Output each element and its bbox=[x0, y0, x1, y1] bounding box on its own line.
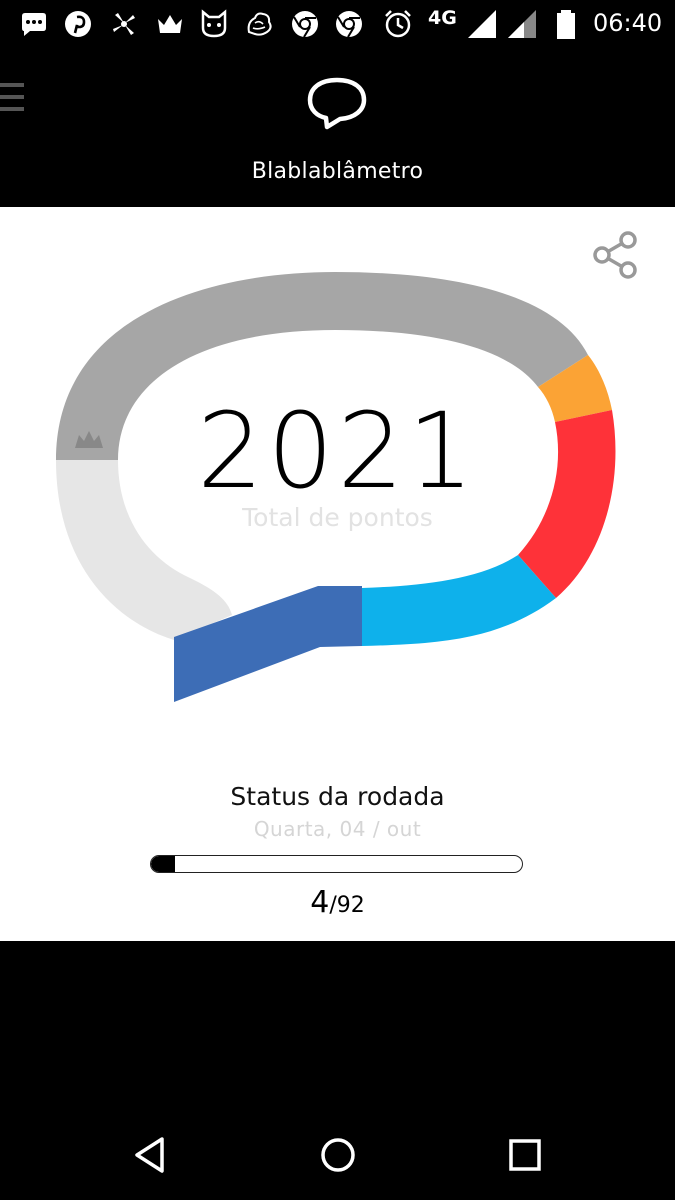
pinterest-icon bbox=[65, 11, 91, 37]
network-type: 4G bbox=[428, 7, 457, 29]
total-points-value: 2021 bbox=[197, 390, 478, 512]
signal-icon bbox=[468, 10, 496, 38]
chrome-icon bbox=[292, 11, 318, 38]
round-progress-current: 4 bbox=[310, 885, 330, 920]
app-title: Blablablâmetro bbox=[251, 159, 424, 184]
windmill-icon bbox=[113, 13, 135, 35]
round-status-date: Quarta, 04 / out bbox=[253, 817, 422, 841]
chrome-icon bbox=[336, 11, 362, 38]
recents-icon[interactable] bbox=[503, 1133, 547, 1177]
home-icon[interactable] bbox=[316, 1133, 360, 1177]
dragon-icon bbox=[247, 12, 272, 36]
round-status-title: Status da rodada bbox=[230, 782, 445, 811]
menu-icon[interactable] bbox=[0, 80, 26, 114]
crown-icon bbox=[158, 15, 182, 33]
round-progress-count: 4/92 bbox=[0, 885, 675, 920]
round-progress-fill bbox=[151, 856, 175, 872]
battery-icon bbox=[557, 10, 575, 39]
status-bar: 4G 06:40 bbox=[0, 0, 675, 48]
round-progress-separator: / bbox=[329, 893, 337, 918]
messages-icon bbox=[22, 13, 46, 36]
meter-segment-light-blue bbox=[362, 555, 556, 646]
cat-icon bbox=[201, 9, 227, 38]
round-progress-total: 92 bbox=[336, 893, 365, 918]
round-progress-bar bbox=[150, 855, 523, 873]
signal-icon bbox=[508, 10, 536, 38]
speech-bubble-logo-icon bbox=[307, 77, 367, 130]
clock: 06:40 bbox=[593, 9, 663, 37]
total-points-label: Total de pontos bbox=[242, 503, 433, 532]
back-icon[interactable] bbox=[128, 1133, 172, 1177]
alarm-icon bbox=[385, 10, 411, 38]
